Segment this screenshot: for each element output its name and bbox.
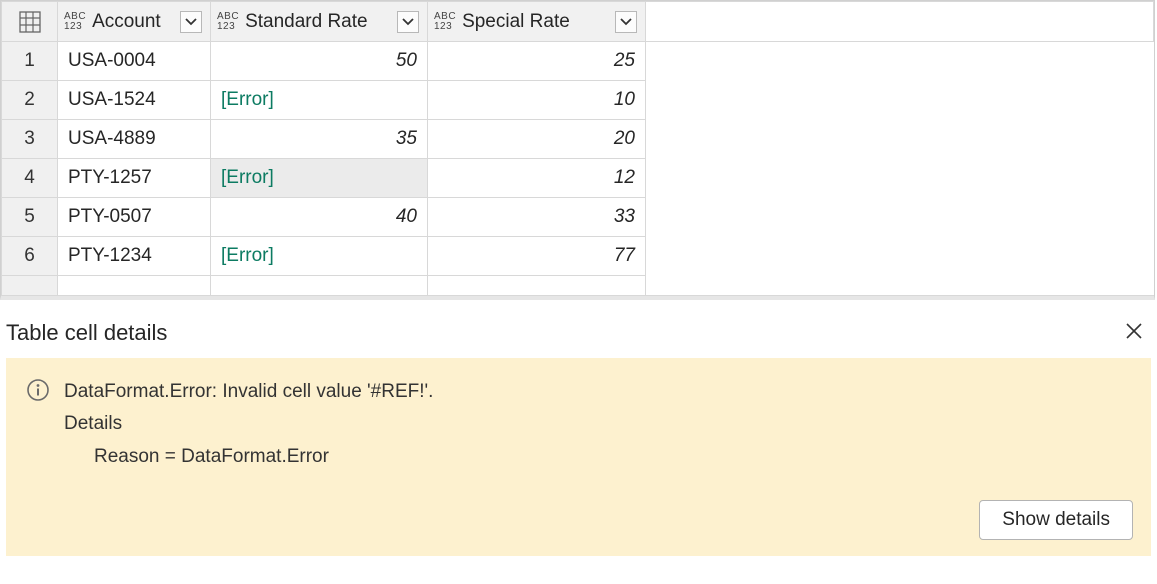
cell-error[interactable]: [Error] <box>211 81 428 120</box>
datatype-any-icon: ABC 123 <box>64 12 86 32</box>
empty-cell <box>58 276 211 296</box>
filter-dropdown-button[interactable] <box>180 11 202 33</box>
empty-cell <box>2 276 58 296</box>
cell-special-rate[interactable]: 33 <box>428 198 646 237</box>
row-number[interactable]: 6 <box>2 237 58 276</box>
column-name: Special Rate <box>462 11 615 33</box>
close-button[interactable] <box>1117 316 1151 350</box>
column-header-standard-rate[interactable]: ABC 123 Standard Rate <box>211 2 428 42</box>
table-row[interactable]: 4PTY-1257[Error]12 <box>2 159 1154 198</box>
cell-error[interactable]: [Error] <box>211 237 428 276</box>
cell-error[interactable]: [Error] <box>211 159 428 198</box>
row-number[interactable]: 5 <box>2 198 58 237</box>
filler-cell <box>646 237 1154 276</box>
column-name: Account <box>92 11 180 33</box>
cell-account[interactable]: PTY-0507 <box>58 198 211 237</box>
cell-standard-rate[interactable]: 40 <box>211 198 428 237</box>
column-header-special-rate[interactable]: ABC 123 Special Rate <box>428 2 646 42</box>
row-number[interactable]: 2 <box>2 81 58 120</box>
empty-cell <box>428 276 646 296</box>
table-icon <box>19 11 41 33</box>
empty-row <box>2 276 1154 296</box>
chevron-down-icon <box>185 18 197 26</box>
filler-cell <box>646 198 1154 237</box>
cell-account[interactable]: PTY-1234 <box>58 237 211 276</box>
error-message: DataFormat.Error: Invalid cell value '#R… <box>64 376 433 408</box>
filler-cell <box>646 81 1154 120</box>
cell-special-rate[interactable]: 20 <box>428 120 646 159</box>
cell-account[interactable]: USA-4889 <box>58 120 211 159</box>
info-icon <box>26 378 50 402</box>
filler-cell <box>646 159 1154 198</box>
cell-account[interactable]: USA-1524 <box>58 81 211 120</box>
cell-special-rate[interactable]: 25 <box>428 42 646 81</box>
filter-dropdown-button[interactable] <box>615 11 637 33</box>
datatype-any-icon: ABC 123 <box>434 12 456 32</box>
cell-special-rate[interactable]: 12 <box>428 159 646 198</box>
filler-cell <box>646 120 1154 159</box>
table-row[interactable]: 3USA-48893520 <box>2 120 1154 159</box>
details-label: Details <box>64 408 433 440</box>
table-row[interactable]: 6PTY-1234[Error]77 <box>2 237 1154 276</box>
cell-special-rate[interactable]: 10 <box>428 81 646 120</box>
close-icon <box>1125 322 1143 340</box>
table-row[interactable]: 2USA-1524[Error]10 <box>2 81 1154 120</box>
datatype-any-icon: ABC 123 <box>217 12 239 32</box>
column-header-filler <box>646 2 1154 42</box>
column-name: Standard Rate <box>245 11 397 33</box>
table-row[interactable]: 1USA-00045025 <box>2 42 1154 81</box>
filler-cell <box>646 42 1154 81</box>
cell-account[interactable]: USA-0004 <box>58 42 211 81</box>
chevron-down-icon <box>620 18 632 26</box>
row-number[interactable]: 3 <box>2 120 58 159</box>
column-header-account[interactable]: ABC 123 Account <box>58 2 211 42</box>
filter-dropdown-button[interactable] <box>397 11 419 33</box>
data-table: ABC 123 Account ABC 123 <box>1 1 1154 296</box>
cell-account[interactable]: PTY-1257 <box>58 159 211 198</box>
cell-standard-rate[interactable]: 50 <box>211 42 428 81</box>
details-title: Table cell details <box>6 320 167 346</box>
cell-details-panel: Table cell details DataFormat.Error: Inv… <box>0 316 1157 556</box>
error-reason: Reason = DataFormat.Error <box>64 441 433 473</box>
show-details-button[interactable]: Show details <box>979 500 1133 540</box>
empty-cell <box>646 276 1154 296</box>
chevron-down-icon <box>402 18 414 26</box>
data-table-container: ABC 123 Account ABC 123 <box>0 0 1155 300</box>
empty-cell <box>211 276 428 296</box>
cell-special-rate[interactable]: 77 <box>428 237 646 276</box>
cell-standard-rate[interactable]: 35 <box>211 120 428 159</box>
table-row[interactable]: 5PTY-05074033 <box>2 198 1154 237</box>
row-number[interactable]: 1 <box>2 42 58 81</box>
row-number[interactable]: 4 <box>2 159 58 198</box>
select-all-corner[interactable] <box>2 2 58 42</box>
